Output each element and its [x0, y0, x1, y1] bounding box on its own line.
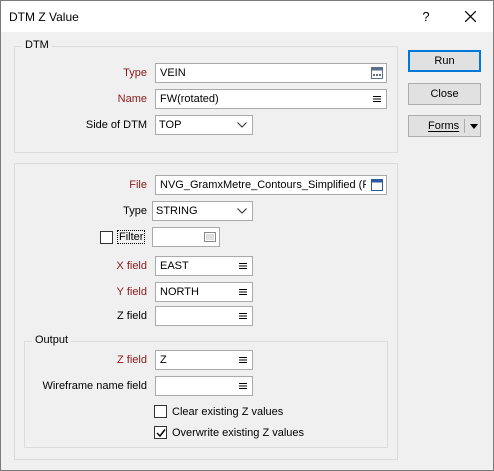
clear-existing-z-label[interactable]: Clear existing Z values	[172, 406, 283, 418]
clear-existing-z-checkbox[interactable]	[154, 405, 167, 418]
close-window-button[interactable]	[456, 4, 486, 30]
input-type-value: STRING	[156, 205, 198, 217]
dtm-name-field[interactable]: FW(rotated)	[155, 89, 387, 109]
side-of-dtm-label: Side of DTM	[85, 119, 147, 131]
window-title: DTM Z Value	[9, 10, 79, 24]
dtm-type-value: VEIN	[160, 67, 186, 79]
x-field-value: EAST	[160, 260, 189, 272]
file-label: File	[129, 179, 147, 191]
output-z-field-input[interactable]: Z	[155, 350, 253, 370]
z-field-input[interactable]	[155, 306, 253, 326]
file-browse-icon[interactable]	[371, 179, 383, 191]
z-field-label: Z field	[117, 310, 147, 322]
x-field-label: X field	[116, 260, 147, 272]
x-field-input[interactable]: EAST	[155, 256, 253, 276]
overwrite-existing-z-checkbox[interactable]	[154, 426, 167, 439]
filter-label[interactable]: Filter	[117, 230, 146, 244]
dtm-name-value: FW(rotated)	[160, 93, 219, 105]
input-type-label: Type	[123, 205, 147, 217]
output-z-field-value: Z	[160, 354, 167, 366]
y-field-input[interactable]: NORTH	[155, 282, 253, 302]
input-type-dropdown[interactable]: STRING	[152, 201, 253, 221]
chevron-down-icon	[237, 122, 247, 128]
list-picker-icon[interactable]	[237, 354, 249, 366]
forms-button-label: Forms	[428, 120, 460, 132]
dialog-content: Run Close Forms DTM Type VEIN Name FW(ro…	[1, 32, 493, 470]
file-field[interactable]: NVG_GramxMetre_Contours_Simplified (PO	[155, 175, 387, 195]
wireframe-name-field-input[interactable]	[155, 376, 253, 396]
checkmark-icon	[156, 429, 166, 438]
y-field-label: Y field	[116, 286, 147, 298]
filter-browse-icon[interactable]	[204, 231, 216, 243]
chevron-down-icon[interactable]	[470, 124, 478, 129]
dialog-window: DTM Z Value ? Run Close Forms DTM Type V…	[0, 0, 494, 471]
help-button[interactable]: ?	[413, 6, 439, 28]
dtm-group-legend: DTM	[22, 39, 52, 51]
overwrite-existing-z-label[interactable]: Overwrite existing Z values	[172, 427, 304, 439]
wireframe-name-field-label: Wireframe name field	[42, 380, 147, 392]
file-value: NVG_GramxMetre_Contours_Simplified (PO	[160, 179, 366, 191]
list-picker-icon[interactable]	[237, 260, 249, 272]
filter-field[interactable]	[152, 227, 220, 247]
side-of-dtm-dropdown[interactable]: TOP	[155, 115, 253, 135]
dtm-type-field[interactable]: VEIN	[155, 63, 387, 83]
output-group-legend: Output	[32, 334, 72, 346]
output-z-field-label: Z field	[117, 354, 147, 366]
chevron-down-icon	[237, 208, 247, 214]
list-picker-icon[interactable]	[237, 286, 249, 298]
split-divider	[464, 119, 465, 133]
list-picker-icon[interactable]	[237, 310, 249, 322]
ellipsis-browse-icon[interactable]	[371, 67, 383, 79]
list-picker-icon[interactable]	[371, 93, 383, 105]
forms-split-button[interactable]: Forms	[408, 115, 481, 137]
list-picker-icon[interactable]	[237, 380, 249, 392]
run-button[interactable]: Run	[408, 50, 481, 72]
y-field-value: NORTH	[160, 286, 199, 298]
close-button[interactable]: Close	[408, 83, 481, 105]
title-bar: DTM Z Value ?	[1, 1, 493, 32]
dtm-type-label: Type	[123, 67, 147, 79]
filter-checkbox[interactable]	[100, 231, 113, 244]
side-of-dtm-value: TOP	[159, 119, 182, 131]
close-icon	[465, 11, 476, 22]
dtm-name-label: Name	[117, 93, 147, 105]
